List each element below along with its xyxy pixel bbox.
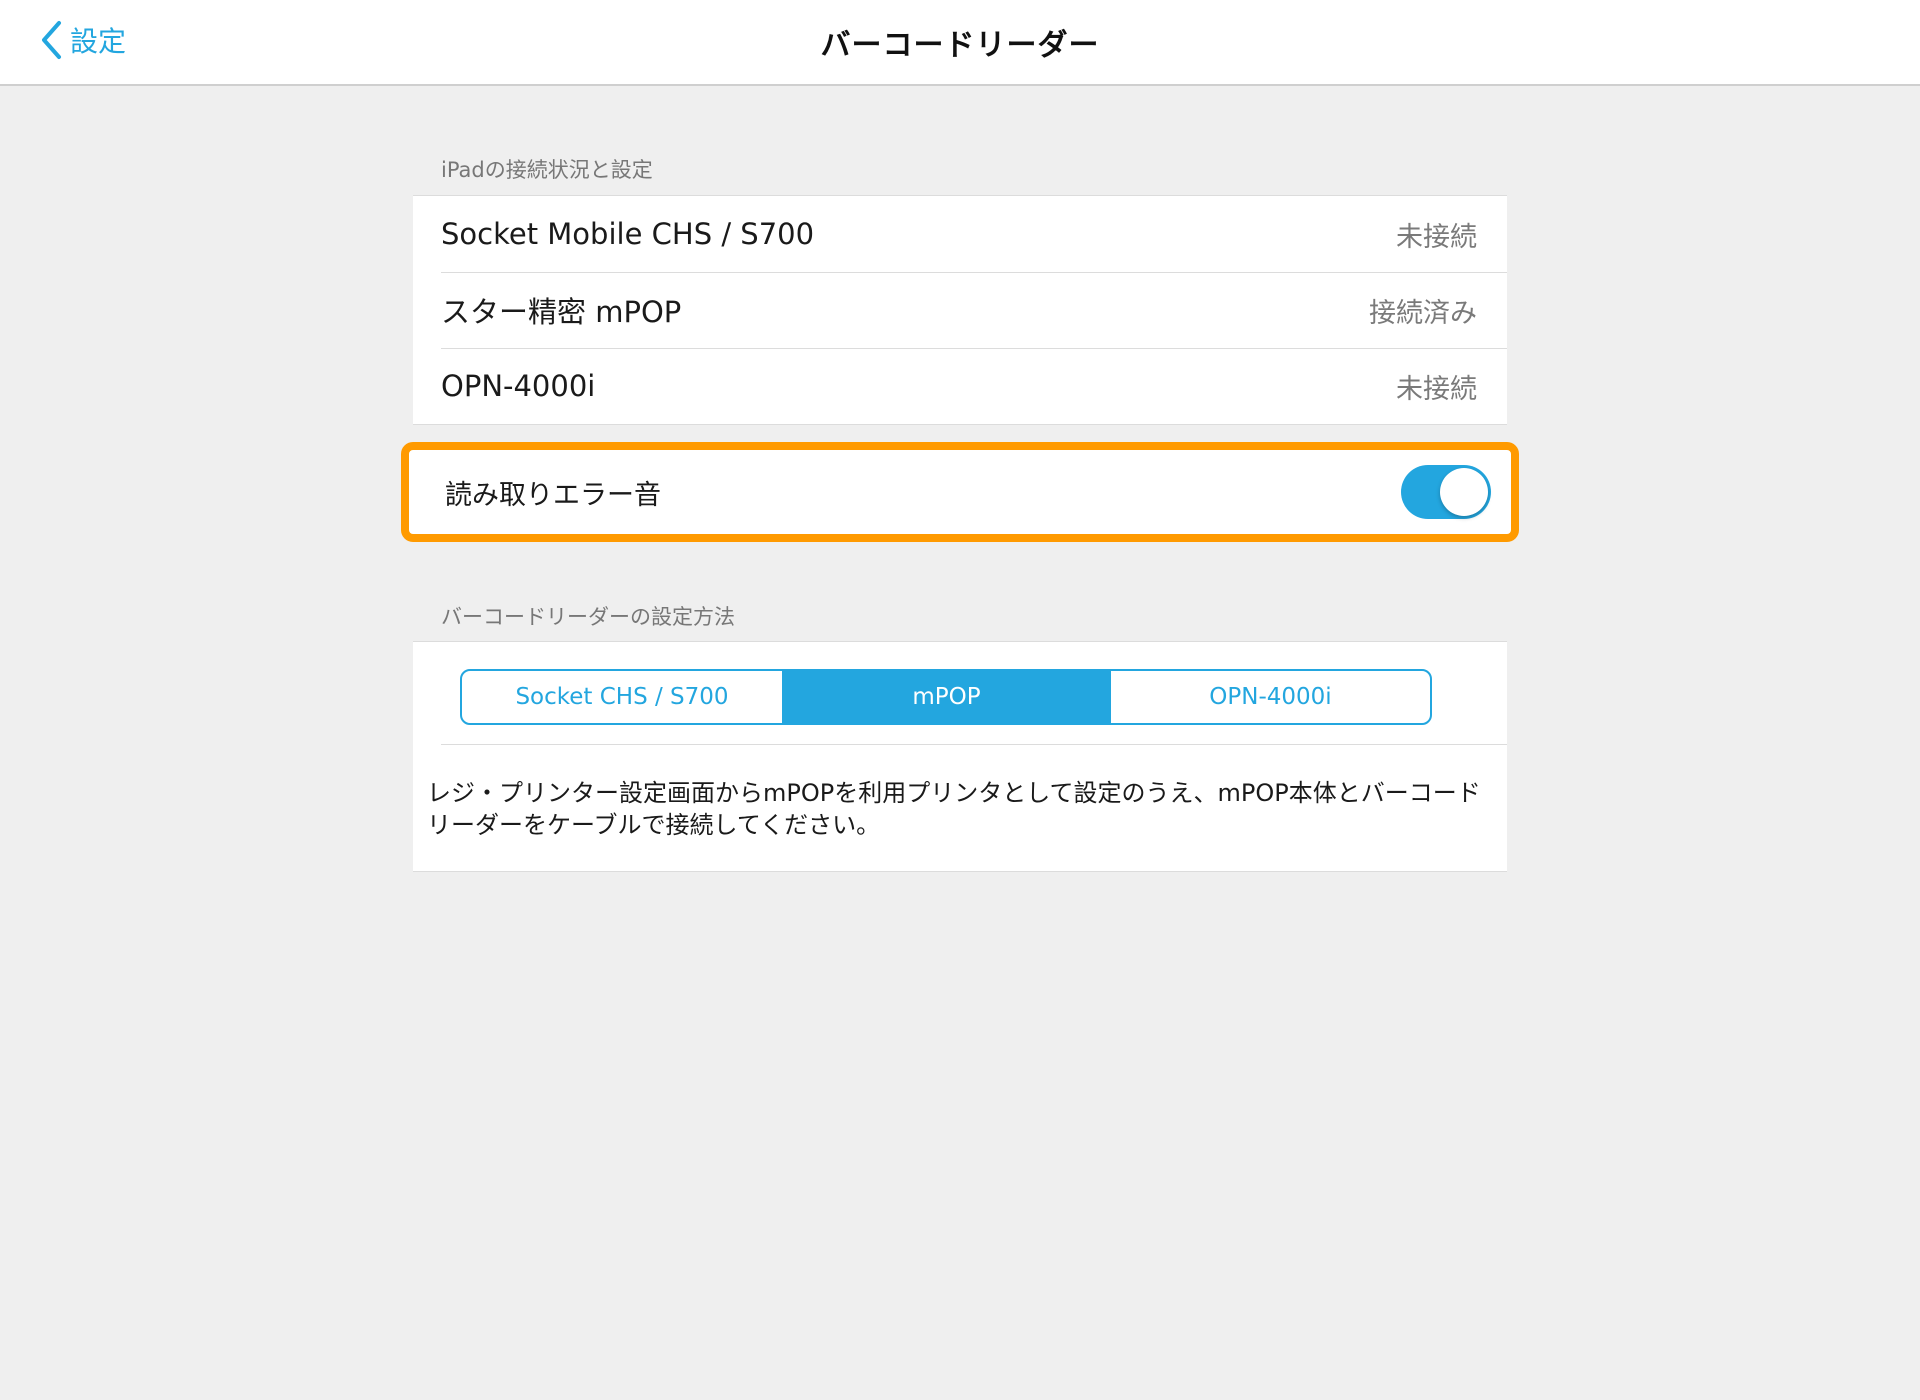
setup-section-header: バーコードリーダーの設定方法 [441,605,735,629]
device-status: 接続済み [1369,297,1477,329]
segment-mpop[interactable]: mPOP [782,671,1109,723]
segment-container: Socket CHS / S700 mPOP OPN-4000i [413,642,1507,745]
reader-type-segmented-control: Socket CHS / S700 mPOP OPN-4000i [460,669,1432,725]
connection-section-header: iPadの接続状況と設定 [441,158,653,182]
toggle-knob [1440,468,1488,516]
device-row-mpop[interactable]: スター精密 mPOP 接続済み [413,272,1507,348]
setup-description: レジ・プリンター設定画面からmPOPを利用プリンタとして設定のうえ、mPOP本体… [427,779,1481,839]
device-row-socket[interactable]: Socket Mobile CHS / S700 未接続 [413,196,1507,272]
device-status: 未接続 [1396,373,1477,405]
error-sound-row: 読み取りエラー音 [417,458,1503,526]
error-sound-label: 読み取りエラー音 [445,479,661,511]
segment-socket[interactable]: Socket CHS / S700 [462,671,782,723]
page-title: バーコードリーダー [820,28,1100,63]
device-name: Socket Mobile CHS / S700 [441,217,815,251]
error-sound-toggle[interactable] [1401,465,1491,519]
device-name: OPN-4000i [441,369,596,403]
navigation-bar: 設定 バーコードリーダー [0,0,1920,86]
device-row-opn[interactable]: OPN-4000i 未接続 [413,348,1507,424]
device-list: Socket Mobile CHS / S700 未接続 スター精密 mPOP … [413,195,1507,425]
device-status: 未接続 [1396,221,1477,253]
device-name: スター精密 mPOP [441,295,682,329]
setup-panel: Socket CHS / S700 mPOP OPN-4000i レジ・プリンタ… [413,641,1507,872]
error-sound-highlight: 読み取りエラー音 [401,442,1519,542]
segment-opn[interactable]: OPN-4000i [1109,671,1430,723]
